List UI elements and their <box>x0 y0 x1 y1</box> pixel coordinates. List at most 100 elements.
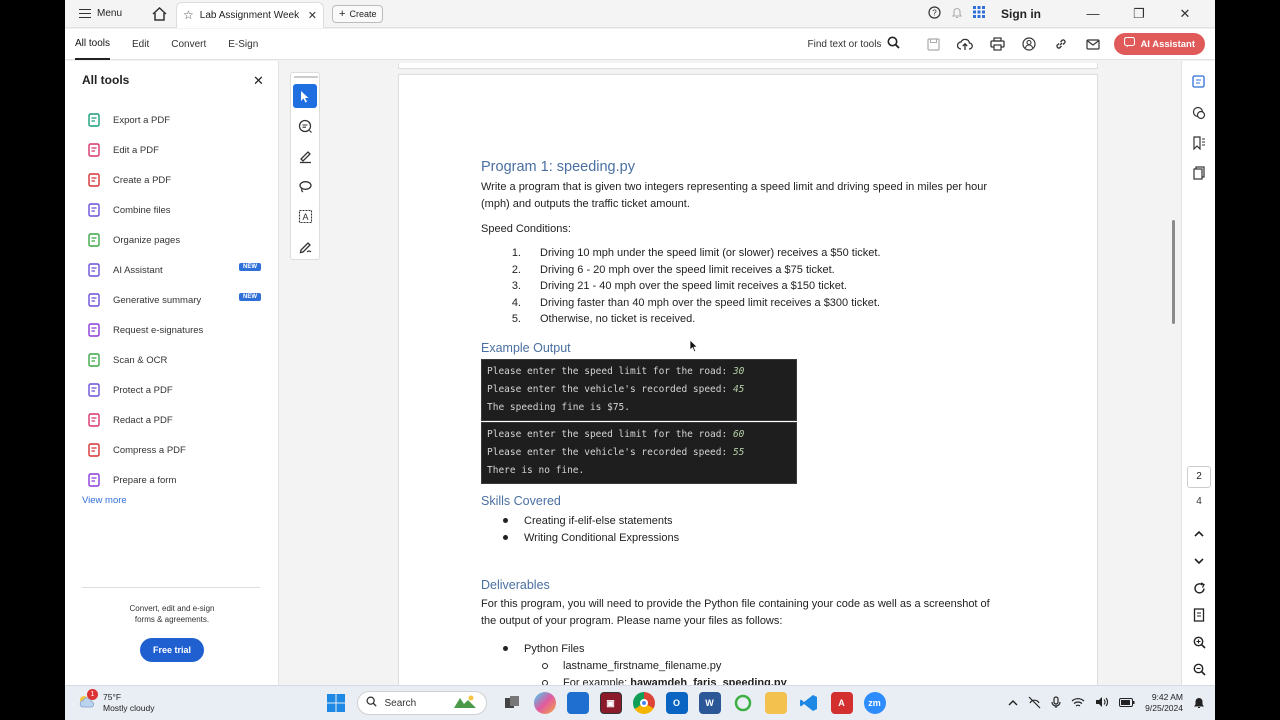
request-esignatures-icon <box>87 323 101 337</box>
clock-time: 9:42 AM <box>1151 692 1183 702</box>
close-window-icon[interactable]: ✕ <box>1167 6 1203 22</box>
prepare-form-icon <box>87 473 101 487</box>
clock[interactable]: 9:42 AM 9/25/2024 <box>1145 692 1183 714</box>
ai-assistant-button[interactable]: AI Assistant <box>1114 33 1205 55</box>
sign-in-button[interactable]: Sign in <box>1001 7 1041 21</box>
comment-tool-button[interactable] <box>293 114 317 138</box>
current-page-input[interactable]: 2 <box>1187 466 1211 488</box>
microsoft-store-icon[interactable] <box>566 692 589 714</box>
taskbar-search[interactable]: Search <box>356 691 487 715</box>
tool-item-compress-pdf[interactable]: Compress a PDF <box>87 435 267 465</box>
skills-list: Creating if-elif-else statements Writing … <box>499 512 679 546</box>
tool-item-generative-summary[interactable]: Generative summary NEW <box>87 285 267 315</box>
ai-assistant-icon <box>87 263 101 277</box>
tool-item-export-pdf[interactable]: Export a PDF <box>87 105 267 135</box>
console-line: Please enter the speed limit for the roa… <box>487 363 791 381</box>
email-icon[interactable] <box>1084 35 1102 53</box>
skills-heading: Skills Covered <box>481 494 561 508</box>
acrobat-window: Menu ☆ Lab Assignment Week 0... ✕ + Crea… <box>65 0 1215 685</box>
tool-item-protect-pdf[interactable]: Protect a PDF <box>87 375 267 405</box>
battery-icon[interactable] <box>1119 697 1135 709</box>
notification-bell-icon[interactable] <box>1193 696 1205 711</box>
nav-esign[interactable]: E-Sign <box>228 29 258 60</box>
tool-item-scan-ocr[interactable]: Scan & OCR <box>87 345 267 375</box>
promo-line-2: forms & agreements. <box>134 615 210 624</box>
tool-item-ai-assistant[interactable]: AI Assistant NEW <box>87 255 267 285</box>
bell-icon[interactable] <box>951 6 963 22</box>
document-viewer[interactable]: A Program 1: speeding.py Write a program… <box>280 61 1180 685</box>
wifi-icon[interactable] <box>1071 697 1085 710</box>
chevron-up-icon[interactable] <box>1191 526 1207 542</box>
minimize-icon[interactable]: — <box>1075 6 1111 21</box>
plus-icon: + <box>339 7 346 20</box>
save-icon[interactable] <box>924 35 942 53</box>
vertical-scrollbar-thumb[interactable] <box>1172 220 1175 324</box>
highlight-tool-button[interactable] <box>293 144 317 168</box>
pdf-page: Program 1: speeding.py Write a program t… <box>398 74 1098 685</box>
nav-all-tools[interactable]: All tools <box>75 29 111 60</box>
maximize-icon[interactable]: ❐ <box>1121 6 1157 22</box>
share-user-icon[interactable] <box>1020 35 1038 53</box>
nav-edit[interactable]: Edit <box>132 29 149 60</box>
tool-item-prepare-form[interactable]: Prepare a form <box>87 465 267 495</box>
outlook-icon[interactable]: O <box>665 692 688 714</box>
acrobat-icon[interactable]: A <box>830 692 853 714</box>
view-more-link[interactable]: View more <box>82 495 127 506</box>
volume-icon[interactable] <box>1095 696 1109 710</box>
microphone-icon[interactable] <box>1051 695 1061 711</box>
terminal-app-icon[interactable]: ▣ <box>599 692 622 714</box>
start-button[interactable] <box>325 692 347 714</box>
menu-button[interactable]: Menu <box>75 3 126 25</box>
tool-item-edit-pdf[interactable]: Edit a PDF <box>87 135 267 165</box>
ai-summary-icon[interactable] <box>1191 73 1207 89</box>
free-trial-button[interactable]: Free trial <box>140 638 204 662</box>
tool-item-create-pdf[interactable]: Create a PDF <box>87 165 267 195</box>
chevron-down-icon[interactable] <box>1191 553 1207 569</box>
document-tab[interactable]: ☆ Lab Assignment Week 0... ✕ <box>176 1 325 28</box>
help-icon[interactable]: ? <box>928 5 941 22</box>
word-icon[interactable]: W <box>698 692 721 714</box>
apps-grid-icon[interactable] <box>973 6 985 21</box>
chrome-icon[interactable] <box>632 692 655 714</box>
text-tool-button[interactable]: A <box>293 204 317 228</box>
copilot-icon[interactable] <box>533 692 556 714</box>
sign-tool-button[interactable] <box>293 234 317 258</box>
chevron-up-icon[interactable] <box>1008 698 1018 708</box>
location-off-icon[interactable] <box>1028 696 1041 711</box>
pages-thumbnails-icon[interactable] <box>1191 165 1207 181</box>
zoom-icon[interactable]: zm <box>863 692 886 714</box>
zoom-out-icon[interactable] <box>1191 661 1207 677</box>
star-icon[interactable]: ☆ <box>183 8 194 22</box>
print-icon[interactable] <box>988 35 1006 53</box>
create-button[interactable]: + Create <box>332 4 384 23</box>
nav-convert[interactable]: Convert <box>171 29 206 60</box>
tool-item-redact-pdf[interactable]: Redact a PDF <box>87 405 267 435</box>
bookmarks-icon[interactable] <box>1191 135 1207 151</box>
weather-widget[interactable]: 1 75°F Mostly cloudy <box>77 689 155 714</box>
new-badge: NEW <box>239 293 261 301</box>
condition-text: Driving 10 mph under the speed limit (or… <box>540 247 881 259</box>
home-icon[interactable] <box>148 3 170 25</box>
select-tool-button[interactable] <box>293 84 317 108</box>
close-tab-icon[interactable]: ✕ <box>308 9 317 22</box>
tool-item-combine-files[interactable]: Combine files <box>87 195 267 225</box>
toolbar-grip[interactable] <box>294 76 318 78</box>
comments-panel-icon[interactable] <box>1191 105 1207 121</box>
refresh-icon[interactable] <box>1191 580 1207 596</box>
previous-page-bottom <box>398 63 1098 69</box>
new-badge: NEW <box>239 263 261 271</box>
file-explorer-icon[interactable] <box>764 692 787 714</box>
green-app-icon[interactable] <box>732 692 754 714</box>
upload-cloud-icon[interactable] <box>956 35 974 53</box>
find-tools[interactable]: Find text or tools <box>808 36 901 52</box>
tool-item-request-esignatures[interactable]: Request e-signatures <box>87 315 267 345</box>
draw-tool-button[interactable] <box>293 174 317 198</box>
link-icon[interactable] <box>1052 35 1070 53</box>
page-settings-icon[interactable] <box>1191 607 1207 623</box>
tool-item-organize-pages[interactable]: Organize pages <box>87 225 267 255</box>
list-number: 2. <box>511 263 521 276</box>
close-panel-icon[interactable]: ✕ <box>253 73 264 89</box>
vscode-icon[interactable] <box>798 692 820 714</box>
zoom-in-icon[interactable] <box>1191 634 1207 650</box>
task-view-icon[interactable] <box>501 692 523 714</box>
